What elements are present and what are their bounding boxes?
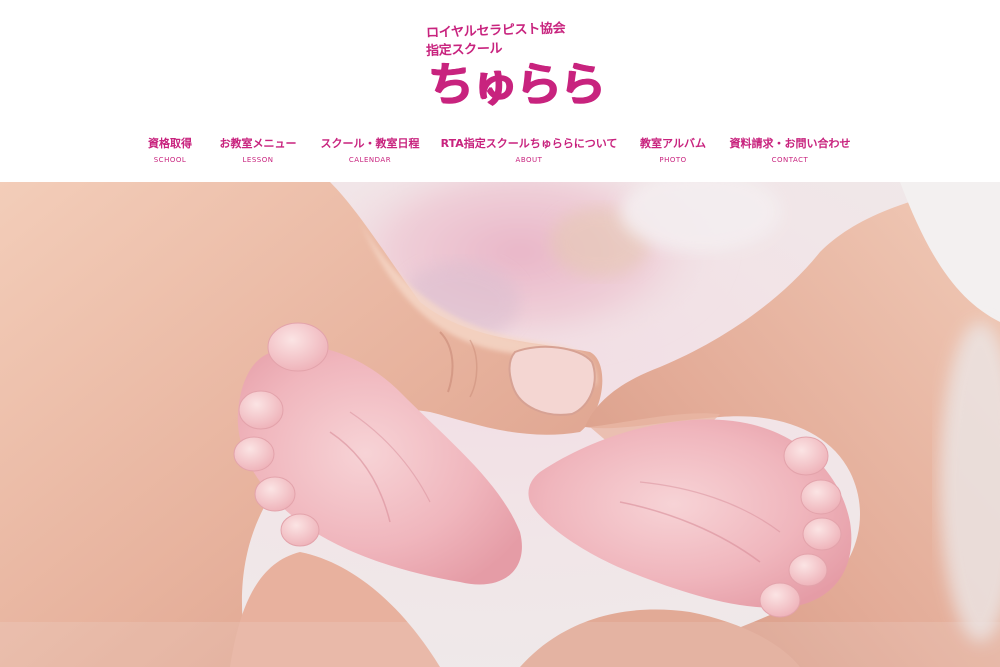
nav-item-sublabel: LESSON bbox=[242, 156, 274, 164]
nav-item-lesson[interactable]: お教室メニュー LESSON bbox=[220, 136, 297, 166]
nav-item-photo[interactable]: 教室アルバム PHOTO bbox=[640, 136, 706, 166]
site-logo[interactable]: ロイヤルセラピスト協会 指定スクール ちゅらら bbox=[422, 16, 606, 116]
hero-photo-illustration bbox=[0, 182, 1000, 667]
nav-item-label: 資料請求・お問い合わせ bbox=[729, 137, 851, 150]
nav-item-sublabel: PHOTO bbox=[659, 156, 687, 164]
nav-item-label: 資格取得 bbox=[148, 137, 192, 150]
nav-item-about[interactable]: RTA指定スクールちゅららについて ABOUT bbox=[441, 136, 618, 166]
nav-item-sublabel: SCHOOL bbox=[153, 156, 187, 164]
logo-school-name: ちゅらら bbox=[428, 57, 606, 111]
nav-item-sublabel: CALENDAR bbox=[348, 156, 392, 164]
hero-image-baby-feet bbox=[0, 182, 1000, 667]
nav-item-label: RTA指定スクールちゅららについて bbox=[440, 137, 618, 150]
nav-item-school[interactable]: 資格取得 SCHOOL bbox=[148, 136, 192, 166]
global-nav: 資格取得 SCHOOL お教室メニュー LESSON スクール・教室日程 CAL… bbox=[0, 136, 1000, 170]
nav-item-label: 教室アルバム bbox=[640, 137, 706, 150]
nav-item-sublabel: CONTACT bbox=[771, 156, 809, 164]
nav-item-label: スクール・教室日程 bbox=[320, 137, 420, 150]
nav-item-label: お教室メニュー bbox=[219, 137, 297, 150]
site-header: ロイヤルセラピスト協会 指定スクール ちゅらら 資格取得 SCHOOL お教室メ… bbox=[0, 0, 1000, 182]
page: ロイヤルセラピスト協会 指定スクール ちゅらら 資格取得 SCHOOL お教室メ… bbox=[0, 0, 1000, 667]
nav-item-sublabel: ABOUT bbox=[515, 156, 543, 164]
nav-item-contact[interactable]: 資料請求・お問い合わせ CONTACT bbox=[730, 136, 851, 166]
nav-item-calendar[interactable]: スクール・教室日程 CALENDAR bbox=[321, 136, 420, 166]
